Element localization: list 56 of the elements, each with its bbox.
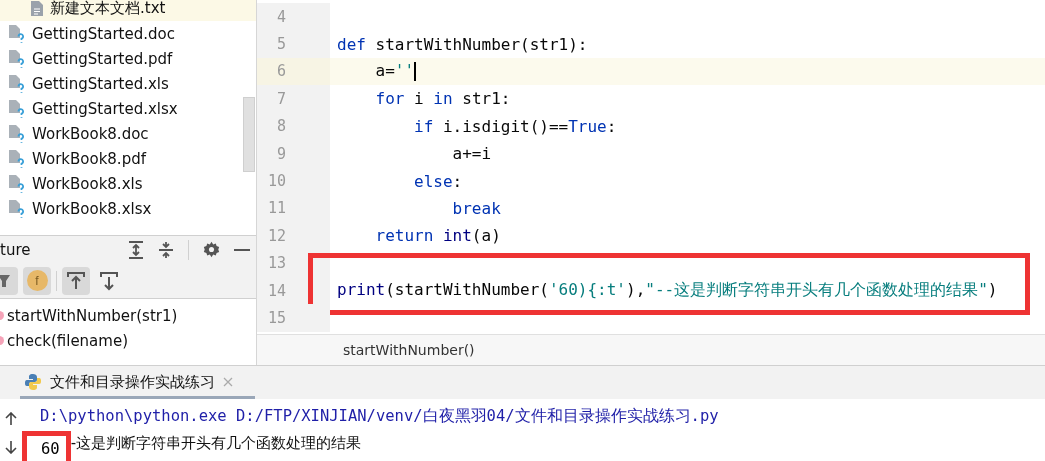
breadcrumb[interactable]: startWithNumber() (343, 342, 475, 358)
code-line: break (451, 198, 501, 218)
line-number: 7 (257, 85, 330, 113)
code-line: a='' (374, 61, 417, 82)
unknown-file-icon (8, 149, 26, 168)
line-number: 4 (257, 3, 330, 31)
expand-all-icon[interactable] (128, 240, 144, 259)
settings-icon[interactable] (203, 241, 220, 258)
unknown-file-icon (8, 49, 26, 68)
unknown-file-icon (8, 24, 26, 43)
code-line: return int(a) (374, 226, 501, 246)
up-arrow-icon[interactable] (5, 412, 17, 426)
file-tree-item[interactable]: WorkBook8.doc (0, 121, 256, 146)
scrollbar-thumb[interactable] (243, 97, 255, 172)
file-tree-item[interactable]: WorkBook8.xls (0, 171, 256, 196)
filter-icon (0, 272, 11, 289)
console-output: -这是判断字符串开头有几个函数处理的结果 (70, 434, 362, 453)
collapse-all-icon[interactable] (158, 240, 174, 259)
code-line: def startWithNumber(str1): (336, 34, 588, 54)
file-tree-item[interactable]: GettingStarted.xls (0, 71, 256, 96)
unknown-file-icon (8, 199, 26, 218)
line-number: 6 (257, 57, 330, 86)
file-tree-item[interactable]: GettingStarted.pdf (0, 46, 256, 71)
file-tree-item[interactable]: WorkBook8.xlsx (0, 196, 256, 221)
structure-item[interactable]: check(filename) (7, 331, 128, 350)
code-line: a+=i (451, 144, 492, 164)
console-command: D:\python\python.exe D:/FTP/XINJIAN/venv/白夜黑羽04/文件和目录操作实战练习.py (40, 406, 719, 427)
line-number: 9 (257, 139, 330, 168)
file-tree-item[interactable]: GettingStarted.xlsx (0, 96, 256, 121)
code-line: else: (413, 171, 463, 191)
code-line: print(startWithNumber('60){:t'),"--这是判断字符串开头有几个函数处理的结果") (336, 280, 998, 302)
unknown-file-icon (8, 124, 26, 143)
line-number: 8 (257, 112, 330, 140)
scroll-up-button[interactable] (62, 266, 90, 295)
file-tree-item[interactable]: GettingStarted.doc (0, 21, 256, 46)
fields-toggle-button[interactable]: f (23, 266, 51, 295)
line-number: 5 (257, 30, 330, 58)
arrow-up-icon (66, 270, 86, 291)
line-number: 12 (257, 222, 330, 250)
down-arrow-icon[interactable] (5, 440, 17, 454)
file-tree-item[interactable]: WorkBook8.pdf (0, 146, 256, 171)
python-icon (24, 373, 42, 391)
code-line: if i.isdigit()==True: (413, 116, 617, 136)
structure-item[interactable]: startWithNumber(str1) (7, 306, 178, 325)
line-number: 10 (257, 167, 330, 195)
line-number: 11 (257, 194, 330, 223)
code-line: for i in str1: (374, 89, 511, 109)
line-number: 15 (257, 304, 330, 332)
unknown-file-icon (8, 99, 26, 118)
unknown-file-icon (8, 74, 26, 93)
unknown-file-icon (8, 174, 26, 193)
output-value: 60 (22, 430, 71, 461)
file-tree-item[interactable]: 新建文本文档.txt (0, 0, 256, 21)
text-file-icon (30, 0, 44, 17)
panel-title: ture (0, 240, 32, 259)
arrow-down-icon (99, 270, 119, 291)
